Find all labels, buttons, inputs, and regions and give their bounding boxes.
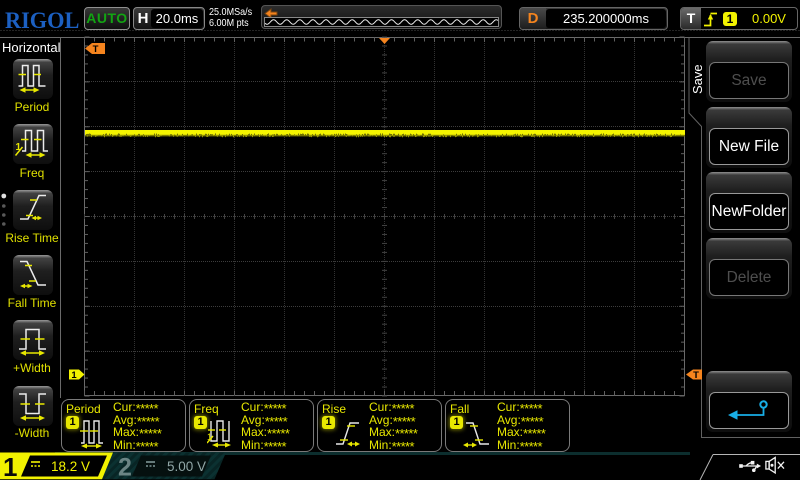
svg-text:18.2 V: 18.2 V [51,459,90,474]
svg-text:1: 1 [71,370,77,381]
svg-text:5.00 V: 5.00 V [167,459,206,474]
svg-text:2: 2 [118,454,132,480]
svg-text:T: T [693,370,699,381]
svg-text:T: T [93,44,99,55]
svg-text:1: 1 [3,452,17,480]
